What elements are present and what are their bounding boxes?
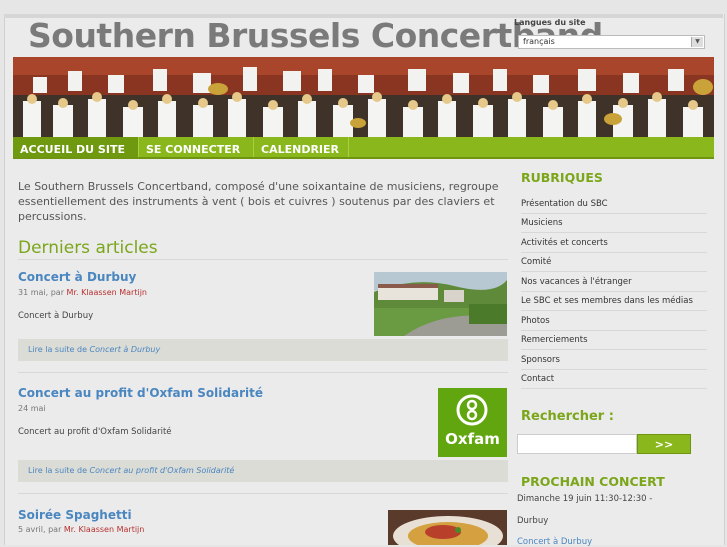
chevron-down-icon[interactable]: ▼ — [691, 37, 703, 47]
next-concert-heading: PROCHAIN CONCERT — [521, 474, 665, 489]
article-title[interactable]: Concert à Durbuy — [18, 270, 136, 284]
search-input[interactable] — [517, 434, 637, 454]
intro-text: Le Southern Brussels Concertband, compos… — [18, 180, 499, 223]
readmore-bar[interactable]: Lire la suite de Concert à Durbuy — [18, 339, 508, 361]
article-thumbnail-spaghetti[interactable] — [388, 510, 507, 545]
article-meta: 31 mai, par Mr. Klaassen Martijn — [18, 288, 147, 297]
article-date: 24 mai — [18, 404, 46, 413]
sidebar-link[interactable]: Contact — [521, 370, 707, 389]
articles-heading: Derniers articles — [18, 238, 158, 258]
sidebar-link[interactable]: Le SBC et ses membres dans les médias — [521, 292, 707, 311]
readmore-bar[interactable]: Lire la suite de Concert au profit d'Oxf… — [18, 460, 508, 482]
oxfam-logo[interactable]: Oxfam — [438, 388, 507, 457]
article-author[interactable]: Mr. Klaassen Martijn — [67, 288, 147, 297]
sidebar-link[interactable]: Nos vacances à l'étranger — [521, 273, 707, 292]
article-meta: 5 avril, par Mr. Klaassen Martijn — [18, 525, 144, 534]
article-title[interactable]: Concert au profit d'Oxfam Solidarité — [18, 386, 263, 400]
article-author[interactable]: Mr. Klaassen Martijn — [64, 525, 144, 534]
readmore-prefix: Lire la suite de — [28, 466, 87, 475]
language-selected-value: français — [523, 37, 555, 46]
sidebar-link[interactable]: Sponsors — [521, 351, 707, 370]
divider — [18, 493, 508, 494]
divider — [18, 259, 508, 260]
band-photo-banner — [13, 57, 714, 137]
language-select[interactable]: français ▼ — [518, 35, 705, 49]
article-date: 31 mai, par — [18, 288, 64, 297]
article-title[interactable]: Soirée Spaghetti — [18, 508, 132, 522]
nav-accueil[interactable]: ACCUEIL DU SITE — [13, 137, 139, 157]
sidebar-link[interactable]: Présentation du SBC — [521, 195, 707, 214]
concert-link[interactable]: Concert à Durbuy — [517, 537, 592, 547]
concert-date: Dimanche 19 juin 11:30-12:30 - — [517, 494, 653, 504]
readmore-link[interactable]: Concert à Durbuy — [90, 345, 161, 354]
main-nav: ACCUEIL DU SITE SE CONNECTER CALENDRIER — [13, 137, 714, 159]
divider — [18, 372, 508, 373]
article-body: Concert au profit d'Oxfam Solidarité — [18, 427, 172, 437]
sidebar-link[interactable]: Remerciements — [521, 331, 707, 350]
sidebar-link[interactable]: Photos — [521, 312, 707, 331]
article-body: Concert à Durbuy — [18, 311, 94, 321]
readmore-link[interactable]: Concert au profit d'Oxfam Solidarité — [90, 466, 235, 475]
concert-place: Durbuy — [517, 516, 549, 526]
sidebar-link[interactable]: Activités et concerts — [521, 234, 707, 253]
oxfam-logo-text: Oxfam — [445, 430, 500, 448]
search-heading: Rechercher : — [521, 409, 614, 424]
search-button[interactable]: >> — [637, 434, 691, 454]
readmore-prefix: Lire la suite de — [28, 345, 87, 354]
nav-se-connecter[interactable]: SE CONNECTER — [139, 137, 254, 157]
nav-calendrier[interactable]: CALENDRIER — [254, 137, 349, 157]
rubriques-heading: RUBRIQUES — [521, 170, 603, 185]
article-date: 5 avril, par — [18, 525, 62, 534]
sidebar-link[interactable]: Comité — [521, 253, 707, 272]
band-photo — [13, 57, 714, 137]
article-thumbnail-durbuy[interactable] — [374, 272, 507, 336]
sidebar-link[interactable]: Musiciens — [521, 214, 707, 233]
language-label: Langues du site — [514, 18, 586, 27]
